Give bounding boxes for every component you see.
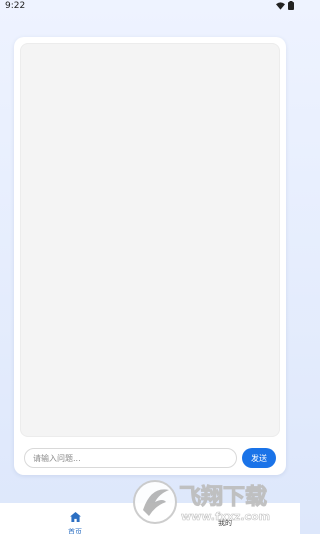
question-input[interactable] (24, 448, 237, 468)
send-button[interactable]: 发送 (242, 448, 276, 468)
watermark-logo: 飞翔下载 www.fxxz.com (133, 472, 293, 528)
status-bar: 9:22 (0, 0, 300, 14)
input-row: 发送 (24, 447, 276, 469)
wifi-icon (276, 1, 285, 10)
home-icon (69, 507, 81, 526)
messages-area[interactable] (20, 43, 280, 437)
status-icons (276, 1, 294, 10)
svg-text:飞翔下载: 飞翔下载 (179, 484, 267, 510)
nav-label-home: 首页 (68, 528, 82, 534)
nav-item-home[interactable]: 首页 (0, 503, 150, 534)
status-time: 9:22 (5, 1, 26, 11)
svg-text:www.fxxz.com: www.fxxz.com (181, 510, 270, 523)
battery-icon (288, 1, 294, 10)
chat-card: 发送 (14, 37, 286, 475)
